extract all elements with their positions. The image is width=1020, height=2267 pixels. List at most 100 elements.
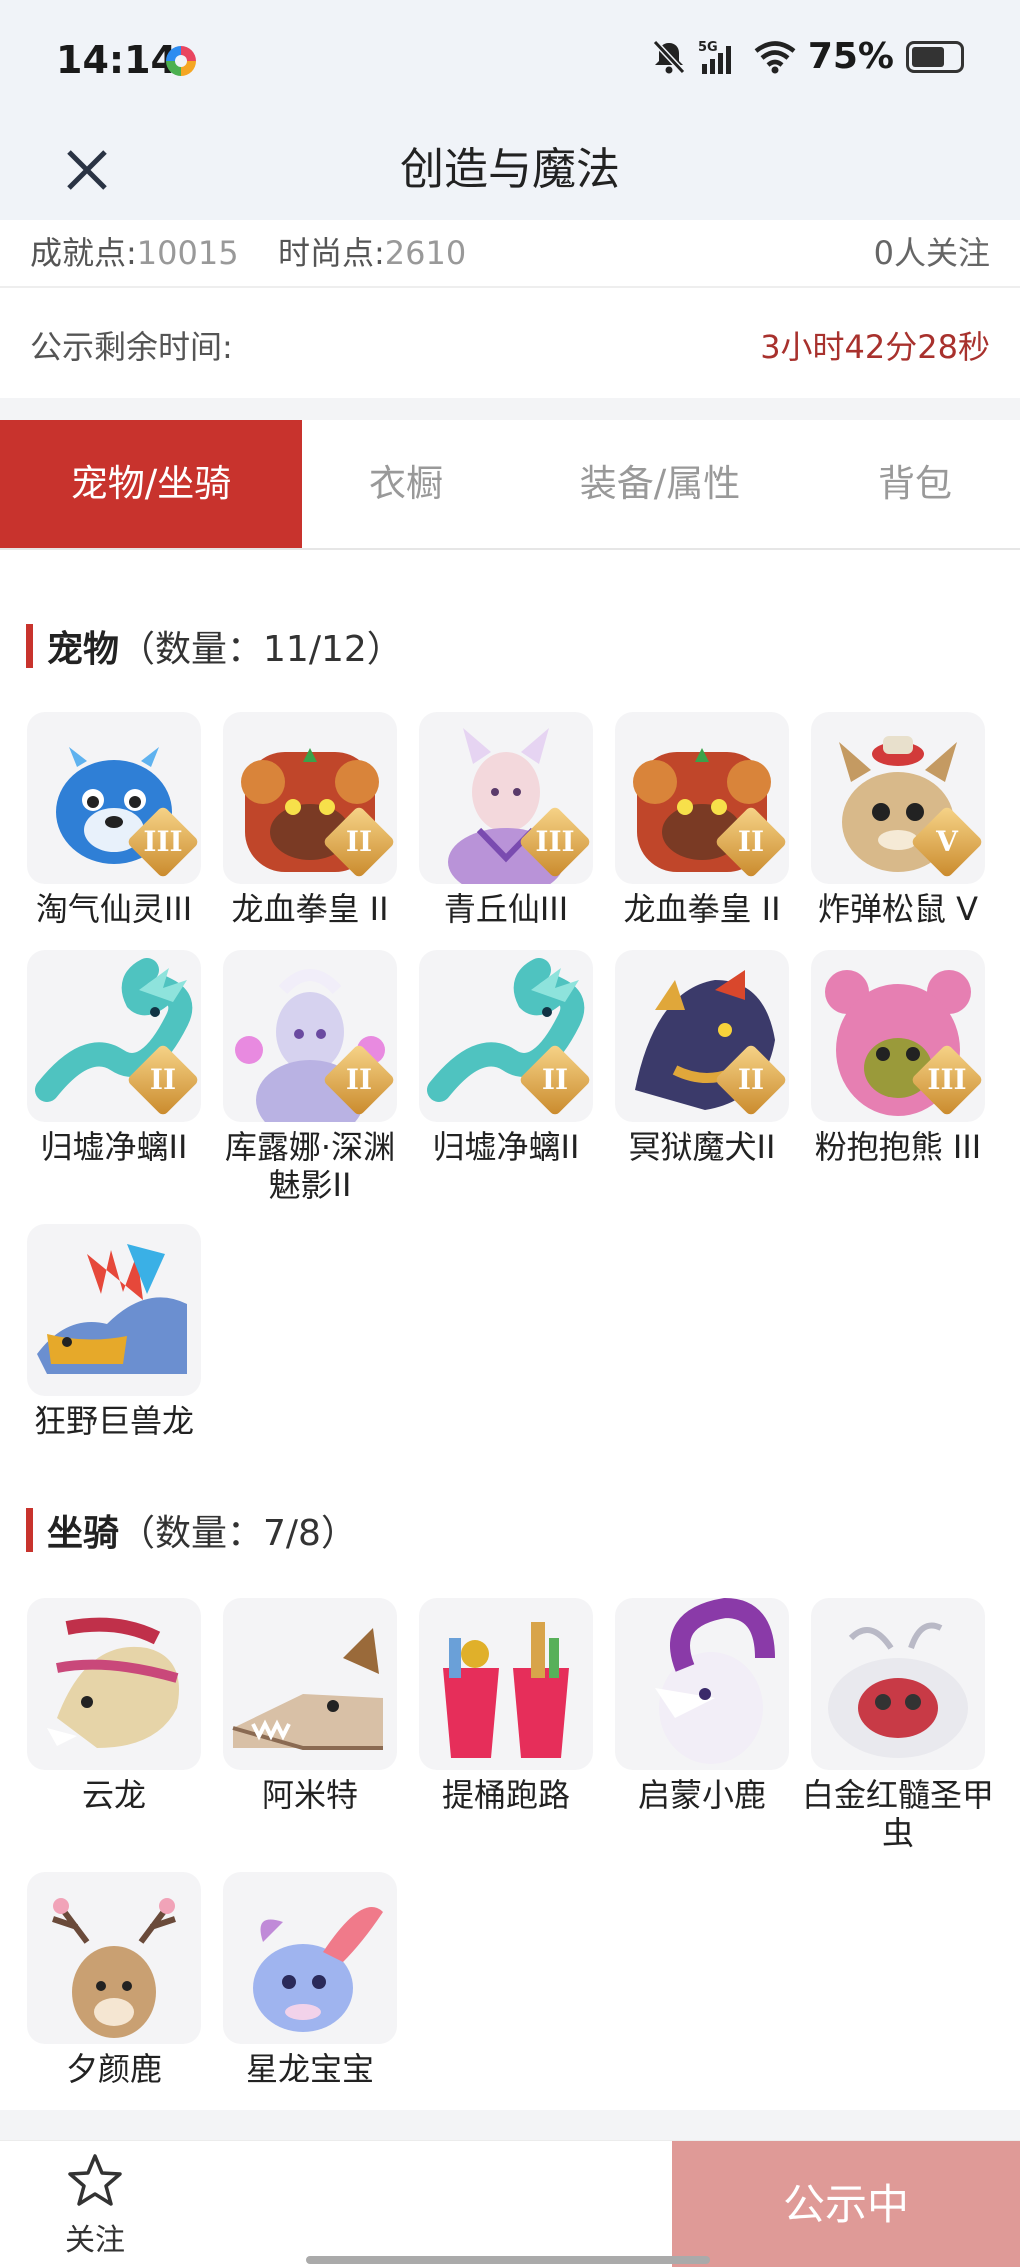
mount-name: 云龙: [81, 1776, 146, 1814]
svg-text:5G: 5G: [698, 40, 718, 55]
pet-name: 青丘仙III: [443, 890, 569, 928]
pet-card[interactable]: III 青丘仙III: [419, 712, 593, 928]
tier-badge-label: III: [927, 1063, 967, 1096]
tier-badge-label: II: [541, 1063, 569, 1096]
tier-badge-label: II: [345, 825, 373, 858]
divider: [0, 398, 1020, 420]
tier-badge-label: V: [936, 825, 958, 858]
tab-bar: 宠物/坐骑 衣橱 装备/属性 背包: [0, 420, 1020, 550]
page-title: 创造与魔法: [400, 144, 620, 195]
ammit-crocodile-mount-icon: [223, 1598, 397, 1770]
achievement-value: 10015: [136, 234, 239, 272]
tier-badge-label: III: [535, 825, 575, 858]
pet-card[interactable]: II 归墟净螭II: [419, 950, 593, 1166]
jade-dragon-pet-icon: II: [27, 950, 201, 1122]
mounts-count: （数量：7/8）: [119, 1513, 357, 1554]
tier-badge-label: II: [149, 1063, 177, 1096]
signal-5g-icon: 5G: [698, 40, 731, 74]
stats-row: 成就点:10015 时尚点:2610 0人关注: [0, 220, 1020, 288]
pet-card[interactable]: III 粉抱抱熊 III: [811, 950, 985, 1166]
follow-label: 关注: [65, 2223, 125, 2258]
achievement-label: 成就点:: [30, 234, 137, 272]
pet-card[interactable]: V 炸弹松鼠 V: [811, 712, 985, 928]
pet-name: 龙血拳皇 II: [231, 890, 389, 928]
mount-name: 启蒙小鹿: [637, 1776, 766, 1814]
mount-name: 阿米特: [261, 1776, 358, 1814]
tier-badge-label: II: [737, 825, 765, 858]
section-accent-bar: [26, 624, 33, 668]
star-icon: [68, 2154, 122, 2206]
pets-count: （数量：11/12）: [119, 629, 403, 670]
mount-name: 白金红髓圣甲虫: [801, 1776, 994, 1852]
bomb-squirrel-pet-icon: V: [811, 712, 985, 884]
mount-card[interactable]: 云龙: [27, 1598, 201, 1814]
wild-dino-pet-icon: [27, 1224, 201, 1396]
pet-card[interactable]: III 淘气仙灵III: [27, 712, 201, 928]
blue-fairy-pet-icon: III: [27, 712, 201, 884]
mount-card[interactable]: 白金红髓圣甲虫: [802, 1598, 994, 1852]
tab-equipment[interactable]: 装备/属性: [510, 420, 810, 548]
mute-bell-icon: [652, 39, 686, 74]
jade-dragon-pet-icon: II: [419, 950, 593, 1122]
purple-fawn-mount-icon: [615, 1598, 789, 1770]
mounts-title: 坐骑: [47, 1513, 120, 1554]
pet-card[interactable]: II 库露娜·深渊魅影II: [223, 950, 397, 1204]
timer-label: 公示剩余时间:: [30, 328, 233, 366]
tier-badge-label: II: [737, 1063, 765, 1096]
close-button[interactable]: [52, 120, 122, 220]
pet-name: 冥狱魔犬II: [628, 1128, 776, 1166]
battery-percent: 75%: [807, 36, 894, 77]
follower-count: 0人关注: [873, 234, 990, 272]
mounts-section-title: 坐骑 （数量：7/8）: [26, 1504, 357, 1556]
mount-card[interactable]: 夕颜鹿: [27, 1872, 201, 2088]
status-time: 14:14: [56, 38, 177, 82]
follow-button[interactable]: 关注: [40, 2153, 150, 2263]
pet-name: 归墟净螭II: [432, 1128, 580, 1166]
status-bar: 14:14 5G 75%: [0, 0, 1020, 120]
fashion-label: 时尚点:: [278, 234, 385, 272]
abyss-phantom-pet-icon: II: [223, 950, 397, 1122]
publicity-timer-row: 公示剩余时间: 3小时42分28秒: [0, 290, 1020, 398]
pet-name: 炸弹松鼠 V: [817, 890, 979, 928]
pet-name: 龙血拳皇 II: [623, 890, 781, 928]
tier-badge-label: II: [345, 1063, 373, 1096]
timer-value: 3小时42分28秒: [760, 328, 990, 366]
wifi-icon: [754, 40, 796, 73]
nav-bar: 创造与魔法: [0, 120, 1020, 220]
mount-card[interactable]: 星龙宝宝: [223, 1872, 397, 2088]
dragon-boxer-pet-icon: II: [223, 712, 397, 884]
publicity-status-button[interactable]: 公示中: [672, 2141, 1020, 2267]
status-icons: 5G 75%: [652, 36, 964, 77]
pet-card[interactable]: II 龙血拳皇 II: [615, 712, 789, 928]
cloud-dragon-mount-icon: [27, 1598, 201, 1770]
home-indicator: [306, 2256, 710, 2264]
divider: [0, 2110, 1020, 2140]
mount-card[interactable]: 启蒙小鹿: [615, 1598, 789, 1814]
hell-hound-pet-icon: II: [615, 950, 789, 1122]
pet-card[interactable]: II 归墟净螭II: [27, 950, 201, 1166]
pet-name: 粉抱抱熊 III: [814, 1128, 982, 1166]
fashion-points: 时尚点:2610: [278, 228, 466, 274]
pet-name: 狂野巨兽龙: [33, 1402, 194, 1440]
mount-card[interactable]: 阿米特: [223, 1598, 397, 1814]
pet-name: 归墟净螭II: [40, 1128, 188, 1166]
tier-badge-label: III: [143, 825, 183, 858]
fox-fairy-pet-icon: III: [419, 712, 593, 884]
bucket-mount-icon: [419, 1598, 593, 1770]
tab-wardrobe[interactable]: 衣橱: [302, 420, 510, 548]
dragon-boxer-pet-icon: II: [615, 712, 789, 884]
sakura-deer-mount-icon: [27, 1872, 201, 2044]
pet-card[interactable]: II 冥狱魔犬II: [615, 950, 789, 1166]
pet-card[interactable]: II 龙血拳皇 II: [223, 712, 397, 928]
tab-backpack[interactable]: 背包: [810, 420, 1020, 548]
tab-pets-mounts[interactable]: 宠物/坐骑: [0, 420, 302, 548]
pets-title: 宠物: [47, 629, 120, 670]
section-accent-bar: [26, 1508, 33, 1552]
mount-card[interactable]: 提桶跑路: [419, 1598, 593, 1814]
scarab-mount-icon: [811, 1598, 985, 1770]
pet-card[interactable]: 狂野巨兽龙: [27, 1224, 201, 1440]
pets-section-title: 宠物 （数量：11/12）: [26, 620, 403, 672]
mount-name: 夕颜鹿: [65, 2050, 162, 2088]
pet-name: 库露娜·深渊魅影II: [224, 1128, 396, 1204]
pink-bear-pet-icon: III: [811, 950, 985, 1122]
